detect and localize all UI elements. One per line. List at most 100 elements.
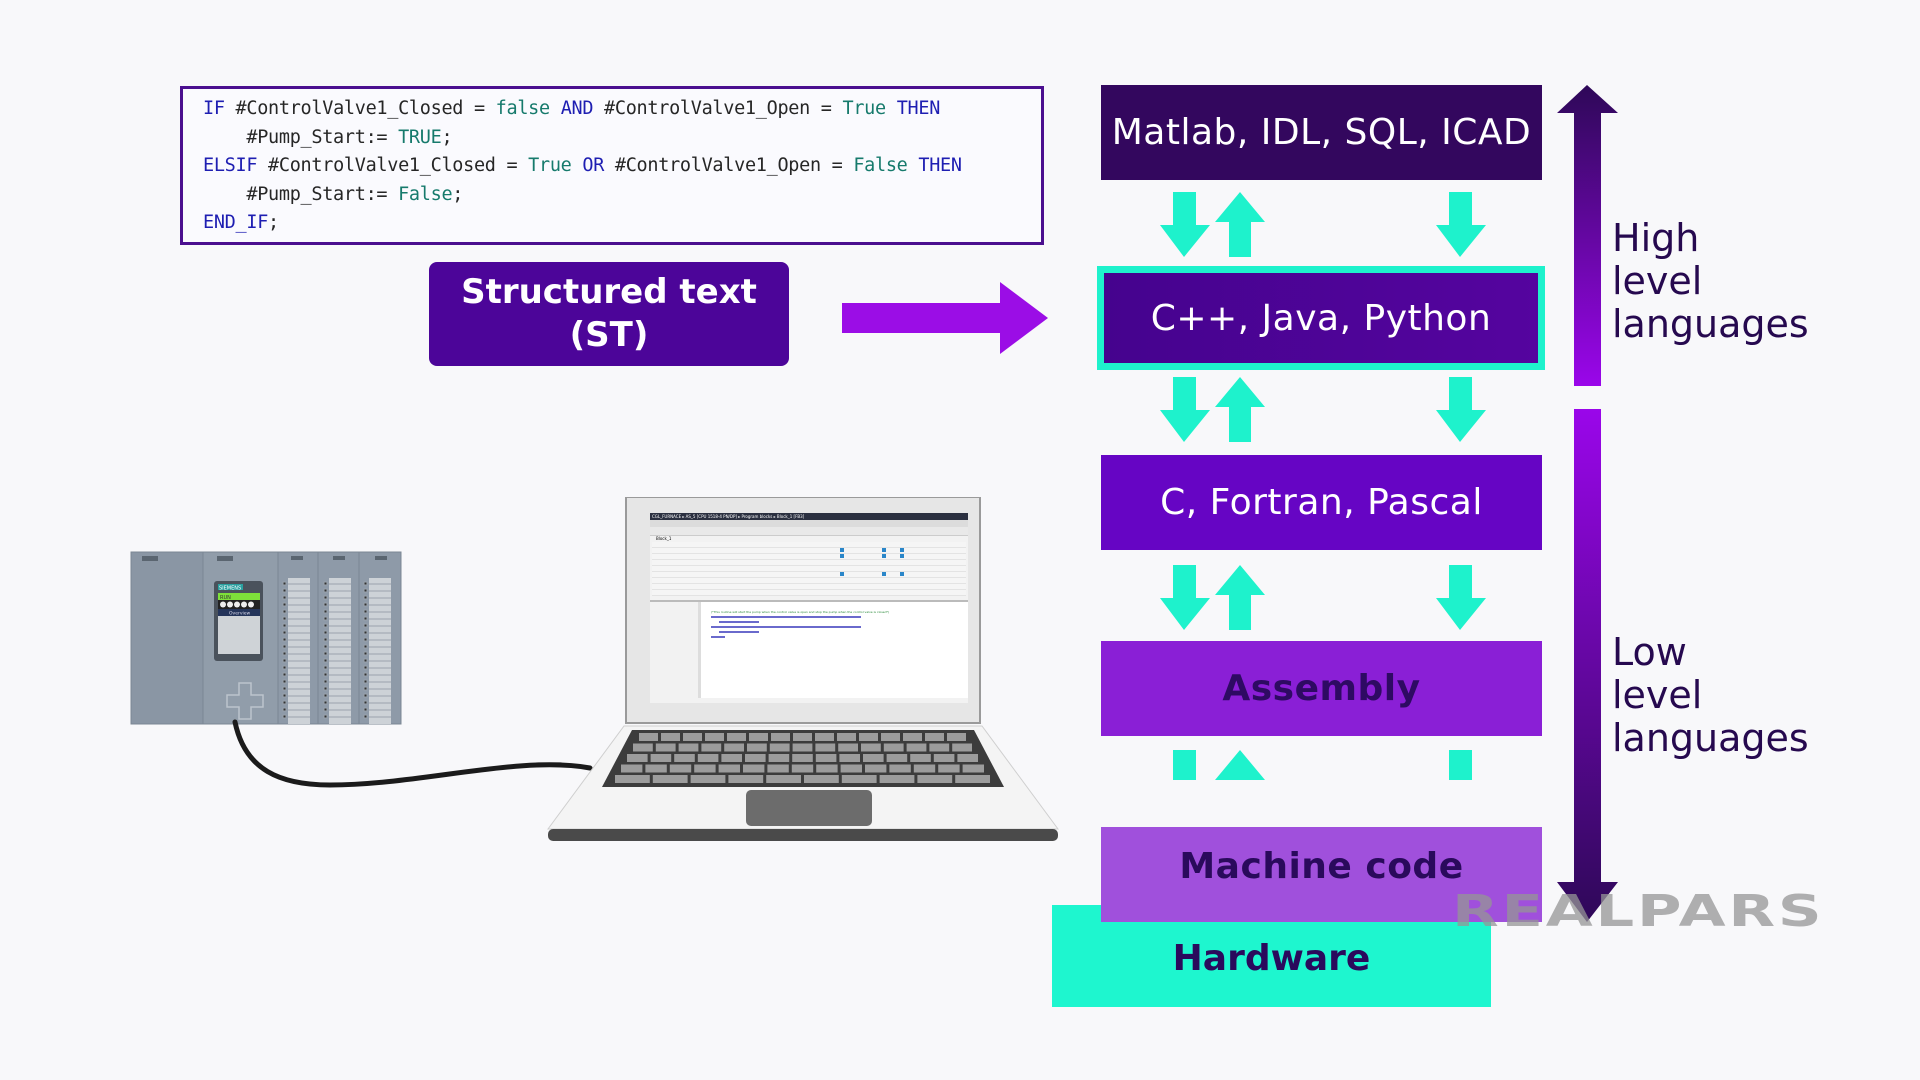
up-arrow-icon [1215,377,1265,442]
key [929,743,950,752]
key [745,754,766,762]
key [815,743,836,752]
io-led [363,679,368,684]
plc-brand: SIEMENS [219,586,241,592]
up-arrow-icon [1215,565,1265,630]
code-token-bool: True [842,98,886,119]
key [906,743,927,752]
code-token-id: #ControlValve1_Closed = [257,155,529,177]
code-line: END_IF; [203,209,1041,238]
key [661,733,680,741]
right-arrow-icon [842,282,1048,354]
code-token-id [908,155,919,176]
io-led [282,602,287,607]
label-line: languages [1612,302,1809,346]
key [883,743,904,752]
label-line: level [1612,259,1703,303]
high-level-label: High level languages [1612,217,1809,346]
io-led [323,679,328,684]
code-token-id: #Pump_Start:= [203,183,399,205]
code-token-bool: False [853,155,908,177]
key [633,743,653,752]
up-arrow-icon [1215,192,1265,257]
io-led [282,644,287,649]
key [766,775,801,783]
key [615,775,650,783]
key [841,775,877,783]
code-line: IF #ControlValve1_Closed = false AND #Co… [203,95,1041,124]
realpars-logo: REALPARS [1452,886,1825,937]
key [955,775,990,783]
io-led [363,602,368,607]
io-led [323,630,328,635]
io-led [323,623,328,628]
io-led [363,651,368,656]
key [865,764,887,773]
io-led [323,595,328,600]
code-token-kw: AND [560,98,594,119]
code-token-id: #ControlValve1_Closed = [224,98,496,119]
io-led [282,595,287,600]
io-led [363,623,368,628]
io-led [323,581,328,586]
key [768,754,790,762]
down-arrow-icon [1449,750,1472,780]
io-led [282,616,287,621]
key [650,754,672,762]
io-led [363,637,368,642]
down-arrow-icon [1173,750,1196,780]
label-line: languages [1612,716,1809,760]
key [728,775,764,783]
code-token-id: #ControlValve1_Open = [604,155,854,177]
code-line: #Pump_Start:= TRUE; [203,124,1041,153]
io-led [282,609,287,614]
io-led [282,623,287,628]
io-led [282,630,287,635]
down-arrow-icon [1557,409,1618,922]
io-led [323,616,328,621]
io-led [282,686,287,691]
key [952,743,972,752]
key [749,733,768,741]
key [669,764,692,773]
structured-text-label: Structured text (ST) [429,262,789,366]
key [771,733,790,741]
io-led [282,658,287,663]
code-token-kw: OR [582,155,605,177]
code-token-id: ; [452,183,464,205]
key [804,775,839,783]
key [933,754,955,762]
io-led [323,693,328,698]
io-led [363,644,368,649]
key [727,733,746,741]
key [697,754,719,762]
io-led [282,679,287,684]
plc-device-icon: SIEMENS RUN Overview [130,551,402,725]
io-led [363,581,368,586]
key [861,743,881,752]
key [816,764,838,773]
code-token-id: #Pump_Start:= [203,126,399,148]
level-arrows [1160,192,1486,780]
io-led [363,595,368,600]
key [792,743,813,752]
key [903,733,922,741]
key [694,764,716,773]
io-led [323,700,328,705]
key [886,754,908,762]
io-led [282,665,287,670]
down-arrow-icon [1436,377,1486,442]
code-token-bool: True [528,155,572,177]
key [767,764,789,773]
up-arrow-icon [1557,85,1618,386]
code-token-bool: TRUE [398,126,442,148]
laptop-screen: CGL_FURNACE ▸ AS_5 [CPU 1518-4 PN/DP] ▸ … [650,513,968,703]
key [863,754,884,762]
key [837,733,856,741]
code-box: IF #ControlValve1_Closed = false AND #Co… [180,86,1044,245]
key [917,775,953,783]
code-token-bool: false [495,98,551,119]
key [791,764,814,773]
io-led [323,665,328,670]
key [621,764,643,773]
